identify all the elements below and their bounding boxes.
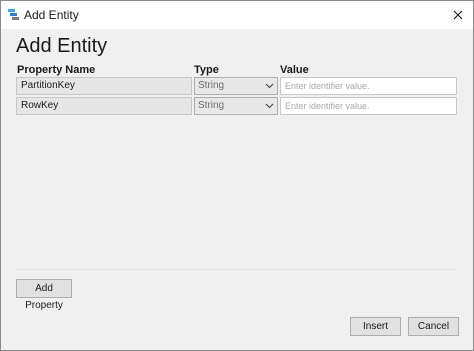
- property-row: PartitionKey String: [16, 77, 457, 95]
- column-header-value: Value: [280, 64, 309, 76]
- add-entity-window: Add Entity Add Entity Property Name Type…: [0, 0, 474, 351]
- value-input[interactable]: [280, 97, 457, 115]
- type-dropdown-value: String: [198, 100, 225, 111]
- storage-explorer-icon: [8, 9, 19, 20]
- dialog-content: Add Entity Property Name Type Value Part…: [1, 29, 473, 350]
- property-row: RowKey String: [16, 97, 457, 115]
- chevron-down-icon: [265, 103, 274, 109]
- close-icon: [453, 10, 463, 20]
- insert-button[interactable]: Insert: [350, 317, 401, 336]
- property-name-cell: RowKey: [16, 97, 192, 115]
- window-title: Add Entity: [24, 8, 79, 22]
- dialog-heading: Add Entity: [16, 35, 108, 57]
- type-dropdown[interactable]: String: [194, 77, 278, 95]
- type-dropdown[interactable]: String: [194, 97, 278, 115]
- close-button[interactable]: [443, 1, 473, 29]
- column-header-property-name: Property Name: [17, 64, 96, 76]
- property-name-cell: PartitionKey: [16, 77, 192, 95]
- value-input[interactable]: [280, 77, 457, 95]
- column-header-type: Type: [194, 64, 219, 76]
- title-bar[interactable]: Add Entity: [1, 1, 473, 29]
- cancel-button[interactable]: Cancel: [408, 317, 459, 336]
- type-dropdown-value: String: [198, 80, 225, 91]
- add-property-button[interactable]: Add Property: [16, 279, 72, 311]
- chevron-down-icon: [265, 83, 274, 89]
- divider: [16, 269, 457, 270]
